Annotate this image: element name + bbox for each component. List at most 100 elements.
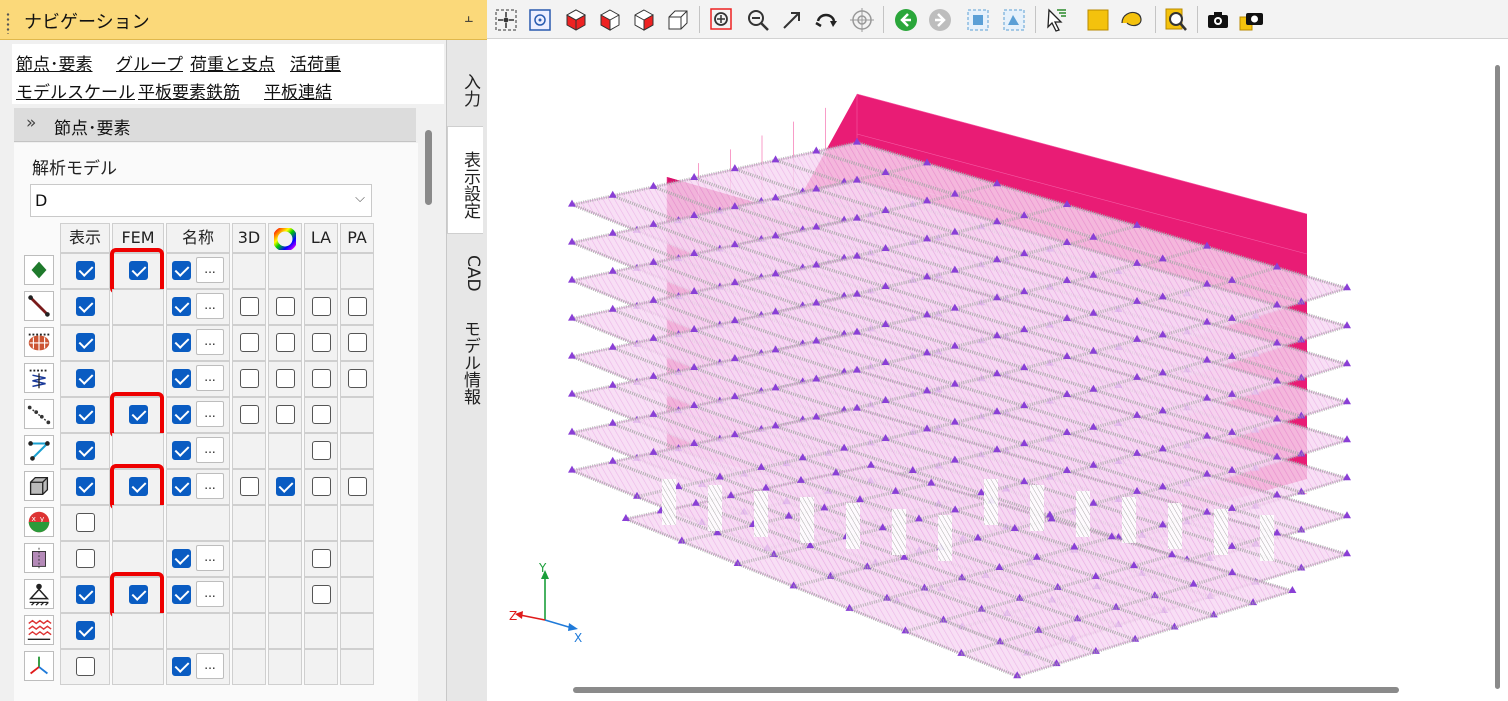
la-checkbox[interactable] bbox=[312, 369, 331, 388]
color-checkbox[interactable] bbox=[276, 405, 295, 424]
show-checkbox[interactable] bbox=[76, 621, 95, 640]
camera-save-icon[interactable] bbox=[1239, 7, 1265, 33]
tab-cad[interactable]: CAD bbox=[447, 240, 483, 296]
name-settings-button[interactable]: ... bbox=[196, 581, 224, 607]
iso-view-icon[interactable] bbox=[563, 7, 589, 33]
grip-icon[interactable] bbox=[6, 12, 10, 34]
show-checkbox[interactable] bbox=[76, 657, 95, 676]
link-live-load[interactable]: 活荷重 bbox=[290, 50, 341, 75]
select-box-icon[interactable] bbox=[1085, 7, 1111, 33]
pa-checkbox[interactable] bbox=[348, 477, 367, 496]
pile-spring bbox=[800, 497, 814, 543]
lasso-icon[interactable] bbox=[1119, 7, 1145, 33]
viewport-vertical-scrollbar[interactable] bbox=[1495, 65, 1500, 689]
la-checkbox[interactable] bbox=[312, 441, 331, 460]
show-checkbox[interactable] bbox=[76, 333, 95, 352]
name-settings-button[interactable]: ... bbox=[196, 653, 224, 679]
la-checkbox[interactable] bbox=[312, 477, 331, 496]
name-settings-button[interactable]: ... bbox=[196, 545, 224, 571]
side-view-icon[interactable] bbox=[631, 7, 657, 33]
name-checkbox[interactable] bbox=[172, 477, 191, 496]
name-settings-button[interactable]: ... bbox=[196, 293, 224, 319]
d3-checkbox[interactable] bbox=[240, 477, 259, 496]
pan-icon[interactable] bbox=[779, 7, 805, 33]
la-checkbox[interactable] bbox=[312, 549, 331, 568]
color-checkbox[interactable] bbox=[276, 297, 295, 316]
pa-checkbox[interactable] bbox=[348, 297, 367, 316]
front-view-icon[interactable] bbox=[597, 7, 623, 33]
zoom-window-icon[interactable] bbox=[527, 7, 553, 33]
select-element-icon[interactable] bbox=[1001, 7, 1027, 33]
camera-icon[interactable] bbox=[1205, 7, 1231, 33]
link-group[interactable]: グループ bbox=[116, 50, 183, 75]
show-checkbox[interactable] bbox=[76, 477, 95, 496]
show-checkbox[interactable] bbox=[76, 513, 95, 532]
name-checkbox[interactable] bbox=[172, 549, 191, 568]
name-checkbox[interactable] bbox=[172, 441, 191, 460]
target-icon[interactable] bbox=[849, 7, 875, 33]
d3-checkbox[interactable] bbox=[240, 333, 259, 352]
color-checkbox[interactable] bbox=[276, 333, 295, 352]
wireframe-view-icon[interactable] bbox=[665, 7, 691, 33]
tab-model-info[interactable]: モデル情報 bbox=[447, 302, 483, 412]
name-checkbox[interactable] bbox=[172, 657, 191, 676]
grid-cell-la bbox=[304, 505, 338, 541]
la-checkbox[interactable] bbox=[312, 585, 331, 604]
rotate-icon[interactable] bbox=[813, 7, 839, 33]
collapse-chevron-icon[interactable]: » bbox=[26, 113, 36, 133]
link-model-scale[interactable]: モデルスケール bbox=[16, 78, 135, 103]
name-checkbox[interactable] bbox=[172, 297, 191, 316]
pointer-icon[interactable] bbox=[1043, 7, 1069, 33]
name-checkbox[interactable] bbox=[172, 585, 191, 604]
name-settings-button[interactable]: ... bbox=[196, 401, 224, 427]
viewport-horizontal-scrollbar[interactable] bbox=[573, 687, 1399, 693]
nav-scrollbar[interactable] bbox=[425, 130, 432, 205]
pa-checkbox[interactable] bbox=[348, 369, 367, 388]
name-checkbox[interactable] bbox=[172, 333, 191, 352]
d3-checkbox[interactable] bbox=[240, 369, 259, 388]
name-checkbox[interactable] bbox=[172, 369, 191, 388]
name-settings-button[interactable]: ... bbox=[196, 257, 224, 283]
name-checkbox[interactable] bbox=[172, 405, 191, 424]
link-nodes-elements[interactable]: 節点･要素 bbox=[16, 50, 93, 75]
la-checkbox[interactable] bbox=[312, 405, 331, 424]
tab-input[interactable]: 入力 bbox=[447, 50, 483, 120]
forward-arrow-icon[interactable] bbox=[927, 7, 953, 33]
link-plate-connection[interactable]: 平板連結 bbox=[264, 78, 332, 103]
zoom-area-icon[interactable] bbox=[709, 7, 735, 33]
back-arrow-icon[interactable] bbox=[893, 7, 919, 33]
zoom-out-icon[interactable] bbox=[745, 7, 771, 33]
section-header[interactable]: » 節点･要素 bbox=[14, 108, 416, 142]
show-checkbox[interactable] bbox=[76, 405, 95, 424]
link-plate-rebar[interactable]: 平板要素鉄筋 bbox=[138, 78, 240, 103]
fit-view-icon[interactable] bbox=[493, 7, 519, 33]
show-checkbox[interactable] bbox=[76, 261, 95, 280]
color-checkbox[interactable] bbox=[276, 369, 295, 388]
name-settings-button[interactable]: ... bbox=[196, 473, 224, 499]
name-settings-button[interactable]: ... bbox=[196, 437, 224, 463]
show-checkbox[interactable] bbox=[76, 549, 95, 568]
name-settings-button[interactable]: ... bbox=[196, 365, 224, 391]
d3-checkbox[interactable] bbox=[240, 405, 259, 424]
la-checkbox[interactable] bbox=[312, 333, 331, 352]
node-marker bbox=[1343, 511, 1351, 519]
name-settings-button[interactable]: ... bbox=[196, 329, 224, 355]
find-icon[interactable] bbox=[1163, 7, 1189, 33]
link-loads-supports[interactable]: 荷重と支点 bbox=[190, 50, 275, 75]
analysis-model-select[interactable]: D ⌵ bbox=[30, 184, 372, 217]
show-checkbox[interactable] bbox=[76, 297, 95, 316]
select-node-icon[interactable] bbox=[965, 7, 991, 33]
pin-icon[interactable]: ⫠ bbox=[464, 8, 473, 26]
model-viewport[interactable]: Y X Z bbox=[487, 39, 1508, 701]
tab-display-settings[interactable]: 表示設定 bbox=[447, 126, 483, 234]
fem-model-view[interactable]: Y X Z bbox=[487, 39, 1508, 701]
show-checkbox[interactable] bbox=[76, 585, 95, 604]
d3-checkbox[interactable] bbox=[240, 297, 259, 316]
la-checkbox[interactable] bbox=[312, 297, 331, 316]
show-checkbox[interactable] bbox=[76, 369, 95, 388]
grid-cell-pa bbox=[340, 613, 374, 649]
pa-checkbox[interactable] bbox=[348, 333, 367, 352]
show-checkbox[interactable] bbox=[76, 441, 95, 460]
name-checkbox[interactable] bbox=[172, 261, 191, 280]
color-checkbox[interactable] bbox=[276, 477, 295, 496]
